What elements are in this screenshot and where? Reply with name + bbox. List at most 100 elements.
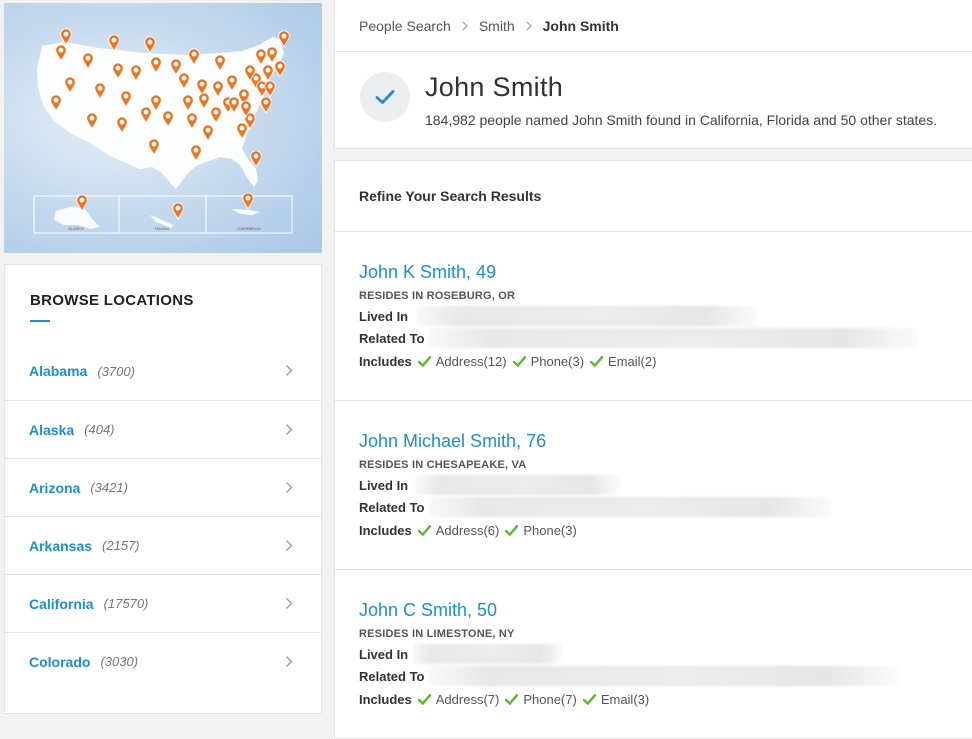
- include-text: Email(3): [600, 692, 650, 707]
- refine-search-label[interactable]: Refine Your Search Results: [359, 188, 541, 204]
- location-item-arkansas[interactable]: Arkansas (2157): [5, 516, 321, 574]
- check-icon: [512, 356, 526, 367]
- includes-label: Includes: [359, 523, 412, 538]
- location-count: (17570): [103, 596, 149, 611]
- chevron-right-icon: [286, 540, 293, 551]
- lived-in-label: Lived In: [359, 478, 409, 493]
- redacted-related-to: [429, 497, 831, 517]
- lived-in-label: Lived In: [359, 647, 409, 662]
- result-card[interactable]: John Michael Smith, 76 RESIDES IN CHESAP…: [334, 401, 972, 570]
- location-name[interactable]: California: [29, 596, 94, 612]
- lived-in-row: Lived In: [359, 647, 408, 662]
- location-count: (3421): [90, 480, 128, 495]
- chevron-right-icon: [286, 482, 293, 493]
- us-map: ALASKA HAWAII CARIBBEAN: [33, 28, 293, 234]
- verified-check-icon: [360, 72, 410, 122]
- include-email: Email(2): [590, 354, 656, 369]
- check-icon: [417, 356, 431, 367]
- map-pin-icon[interactable]: [172, 202, 184, 221]
- map-pin-icon[interactable]: [260, 96, 272, 115]
- location-item-alabama[interactable]: Alabama (3700): [5, 342, 321, 400]
- check-icon: [505, 525, 519, 536]
- location-item-arizona[interactable]: Arizona (3421): [5, 458, 321, 516]
- us-map-panel[interactable]: ALASKA HAWAII CARIBBEAN: [4, 3, 322, 253]
- include-text: Phone(3): [530, 354, 585, 369]
- include-text: Email(2): [608, 354, 657, 369]
- browse-locations-title: BROWSE LOCATIONS: [30, 292, 194, 309]
- chevron-right-icon: [286, 424, 293, 435]
- include-address: Address(12): [417, 354, 507, 369]
- chevron-right-icon: [286, 598, 293, 609]
- includes-label: Includes: [359, 692, 412, 707]
- chevron-right-icon: [526, 21, 532, 31]
- map-pin-icon[interactable]: [108, 34, 120, 53]
- include-text: Phone(7): [523, 692, 577, 707]
- chevron-right-icon: [286, 365, 293, 376]
- result-card[interactable]: John C Smith, 50 RESIDES IN LIMESTONE, N…: [334, 570, 972, 739]
- map-pin-icon[interactable]: [274, 60, 286, 79]
- include-text: Phone(3): [523, 523, 577, 538]
- page-title: John Smith: [425, 72, 564, 102]
- title-underline: [30, 320, 50, 322]
- check-icon: [417, 525, 431, 536]
- result-name-link[interactable]: John C Smith, 50: [359, 600, 497, 621]
- result-name-link[interactable]: John Michael Smith, 76: [359, 431, 546, 452]
- location-name[interactable]: Colorado: [29, 654, 90, 670]
- location-name[interactable]: Alaska: [29, 422, 74, 438]
- chevron-right-icon: [462, 21, 468, 31]
- breadcrumb-people-search[interactable]: People Search: [359, 18, 451, 34]
- location-name[interactable]: Alabama: [29, 363, 87, 379]
- lived-in-label: Lived In: [359, 309, 409, 324]
- redacted-lived-in: [413, 644, 563, 664]
- breadcrumb: People Search Smith John Smith: [334, 0, 972, 52]
- location-item-california[interactable]: California (17570): [5, 574, 321, 632]
- refine-search-panel[interactable]: Refine Your Search Results: [334, 160, 972, 232]
- check-icon: [590, 356, 604, 367]
- alaska-inset-label: ALASKA: [68, 226, 84, 231]
- include-address: Address(7): [417, 692, 500, 707]
- location-count: (2157): [102, 538, 140, 553]
- include-phone: Phone(7): [505, 692, 577, 707]
- include-text: Address(7): [435, 692, 500, 707]
- browse-locations-panel: BROWSE LOCATIONS Alabama (3700) Alaska (…: [4, 264, 322, 714]
- map-pin-icon[interactable]: [144, 36, 156, 55]
- redacted-lived-in: [417, 306, 757, 326]
- include-email: Email(3): [582, 692, 650, 707]
- include-phone: Phone(3): [505, 523, 577, 538]
- result-card[interactable]: John K Smith, 49 RESIDES IN ROSEBURG, OR…: [334, 232, 972, 401]
- include-text: Address(12): [435, 354, 507, 369]
- location-list: Alabama (3700) Alaska (404) Arizona (342…: [5, 342, 321, 690]
- breadcrumb-current: John Smith: [542, 17, 619, 34]
- map-pin-icon[interactable]: [242, 192, 254, 211]
- caribbean-shape: [232, 209, 260, 215]
- related-to-label: Related To: [359, 500, 425, 515]
- check-icon: [582, 694, 596, 705]
- includes-row: Includes Address(6) Phone(3): [359, 523, 577, 538]
- lived-in-row: Lived In: [359, 478, 408, 493]
- location-count: (3030): [100, 654, 139, 669]
- hawaii-inset-label: HAWAII: [155, 226, 169, 231]
- breadcrumb-smith[interactable]: Smith: [479, 18, 515, 34]
- related-to-row: Related To: [359, 331, 425, 346]
- location-item-colorado[interactable]: Colorado (3030): [5, 632, 321, 690]
- include-phone: Phone(3): [512, 354, 585, 369]
- chevron-right-icon: [286, 656, 293, 667]
- related-to-label: Related To: [359, 331, 425, 346]
- result-residence: RESIDES IN CHESAPEAKE, VA: [359, 459, 527, 471]
- location-item-alaska[interactable]: Alaska (404): [5, 400, 321, 458]
- redacted-related-to: [429, 328, 919, 348]
- result-name-link[interactable]: John K Smith, 49: [359, 262, 496, 283]
- search-header: John Smith 184,982 people named John Smi…: [334, 52, 972, 149]
- check-icon: [417, 694, 431, 705]
- related-to-row: Related To: [359, 669, 425, 684]
- results-summary: 184,982 people named John Smith found in…: [425, 112, 938, 128]
- location-name[interactable]: Arkansas: [29, 538, 92, 554]
- related-to-label: Related To: [359, 669, 425, 684]
- result-residence: RESIDES IN LIMESTONE, NY: [359, 628, 515, 640]
- location-count: (404): [84, 422, 115, 437]
- includes-row: Includes Address(7) Phone(7) Email(3): [359, 692, 649, 707]
- include-text: Address(6): [435, 523, 500, 538]
- map-pin-icon[interactable]: [264, 80, 276, 99]
- location-name[interactable]: Arizona: [29, 480, 80, 496]
- includes-label: Includes: [359, 354, 412, 369]
